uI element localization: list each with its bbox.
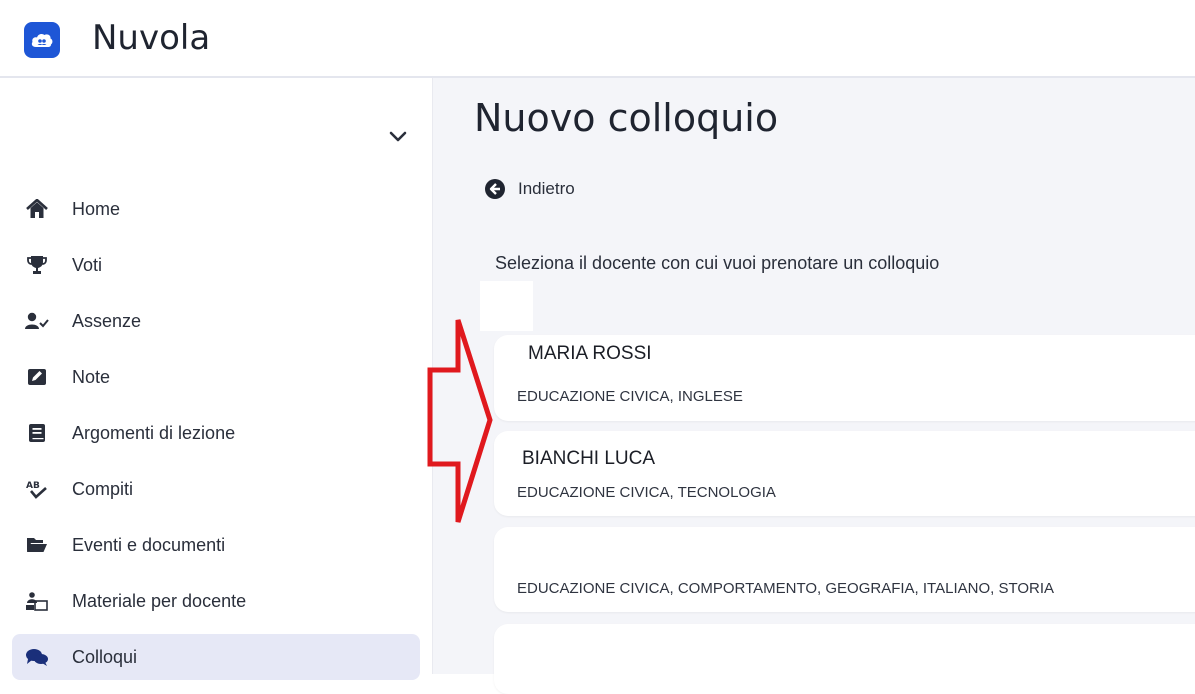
sidebar-item-label: Voti [72, 254, 103, 275]
sidebar-item-home[interactable]: Home [12, 186, 420, 232]
user-check-icon [24, 310, 50, 332]
note-icon [24, 366, 50, 388]
page-title: Nuovo colloquio [474, 96, 779, 140]
sidebar-item-note[interactable]: Note [12, 354, 420, 400]
sidebar-item-assenze[interactable]: Assenze [12, 298, 420, 344]
teacher-card[interactable]: BIANCHI LUCA EDUCAZIONE CIVICA, TECNOLOG… [494, 431, 1195, 516]
folder-open-icon [24, 534, 50, 556]
back-label: Indietro [518, 179, 575, 198]
sidebar-item-label: Assenze [72, 310, 142, 331]
instruction-text: Seleziona il docente con cui vuoi prenot… [495, 253, 940, 273]
teacher-subjects: EDUCAZIONE CIVICA, COMPORTAMENTO, GEOGRA… [517, 580, 1055, 597]
sidebar-item-label: Compiti [72, 478, 134, 499]
trophy-icon [24, 254, 50, 276]
sidebar-item-label: Materiale per docente [72, 590, 247, 611]
home-icon [24, 198, 50, 220]
svg-text:AB: AB [26, 481, 40, 491]
teacher-subjects: EDUCAZIONE CIVICA, INGLESE [517, 388, 743, 405]
sidebar-item-voti[interactable]: Voti [12, 242, 420, 288]
teacher-subjects: EDUCAZIONE CIVICA, TECNOLOGIA [517, 484, 776, 501]
sidebar-item-colloqui[interactable]: Colloqui [12, 634, 420, 680]
sidebar-item-compiti[interactable]: AB Compiti [12, 466, 420, 512]
teacher-card[interactable] [494, 624, 1195, 694]
sidebar-item-label: Note [72, 366, 111, 387]
sidebar-item-materiale-per-docente[interactable]: Materiale per docente [12, 578, 420, 624]
app-title: Nuvola [92, 18, 211, 58]
people-share-icon [24, 590, 50, 612]
comments-icon [24, 646, 50, 668]
teacher-name: BIANCHI LUCA [522, 448, 656, 469]
annotation-arrow [427, 319, 493, 523]
teacher-name: MARIA ROSSI [528, 343, 652, 364]
top-bar: Nuvola [0, 0, 1195, 78]
sidebar-item-eventi-e-documenti[interactable]: Eventi e documenti [12, 522, 420, 568]
sidebar-item-label: Colloqui [72, 646, 138, 667]
spellcheck-icon: AB [24, 478, 50, 500]
arrow-circle-left-icon [484, 178, 506, 200]
chevron-down-icon[interactable] [386, 124, 410, 148]
back-button[interactable]: Indietro [484, 178, 575, 200]
sidebar-item-label: Eventi e documenti [72, 534, 226, 555]
teacher-card[interactable]: EDUCAZIONE CIVICA, COMPORTAMENTO, GEOGRA… [494, 527, 1195, 612]
sidebar-item-label: Argomenti di lezione [72, 422, 236, 443]
teacher-card[interactable]: MARIA ROSSI EDUCAZIONE CIVICA, INGLESE [494, 335, 1195, 421]
sidebar-item-label: Home [72, 198, 121, 219]
book-icon [24, 422, 50, 444]
nuvola-logo-icon[interactable] [24, 22, 60, 58]
sidebar-item-argomenti-di-lezione[interactable]: Argomenti di lezione [12, 410, 420, 456]
